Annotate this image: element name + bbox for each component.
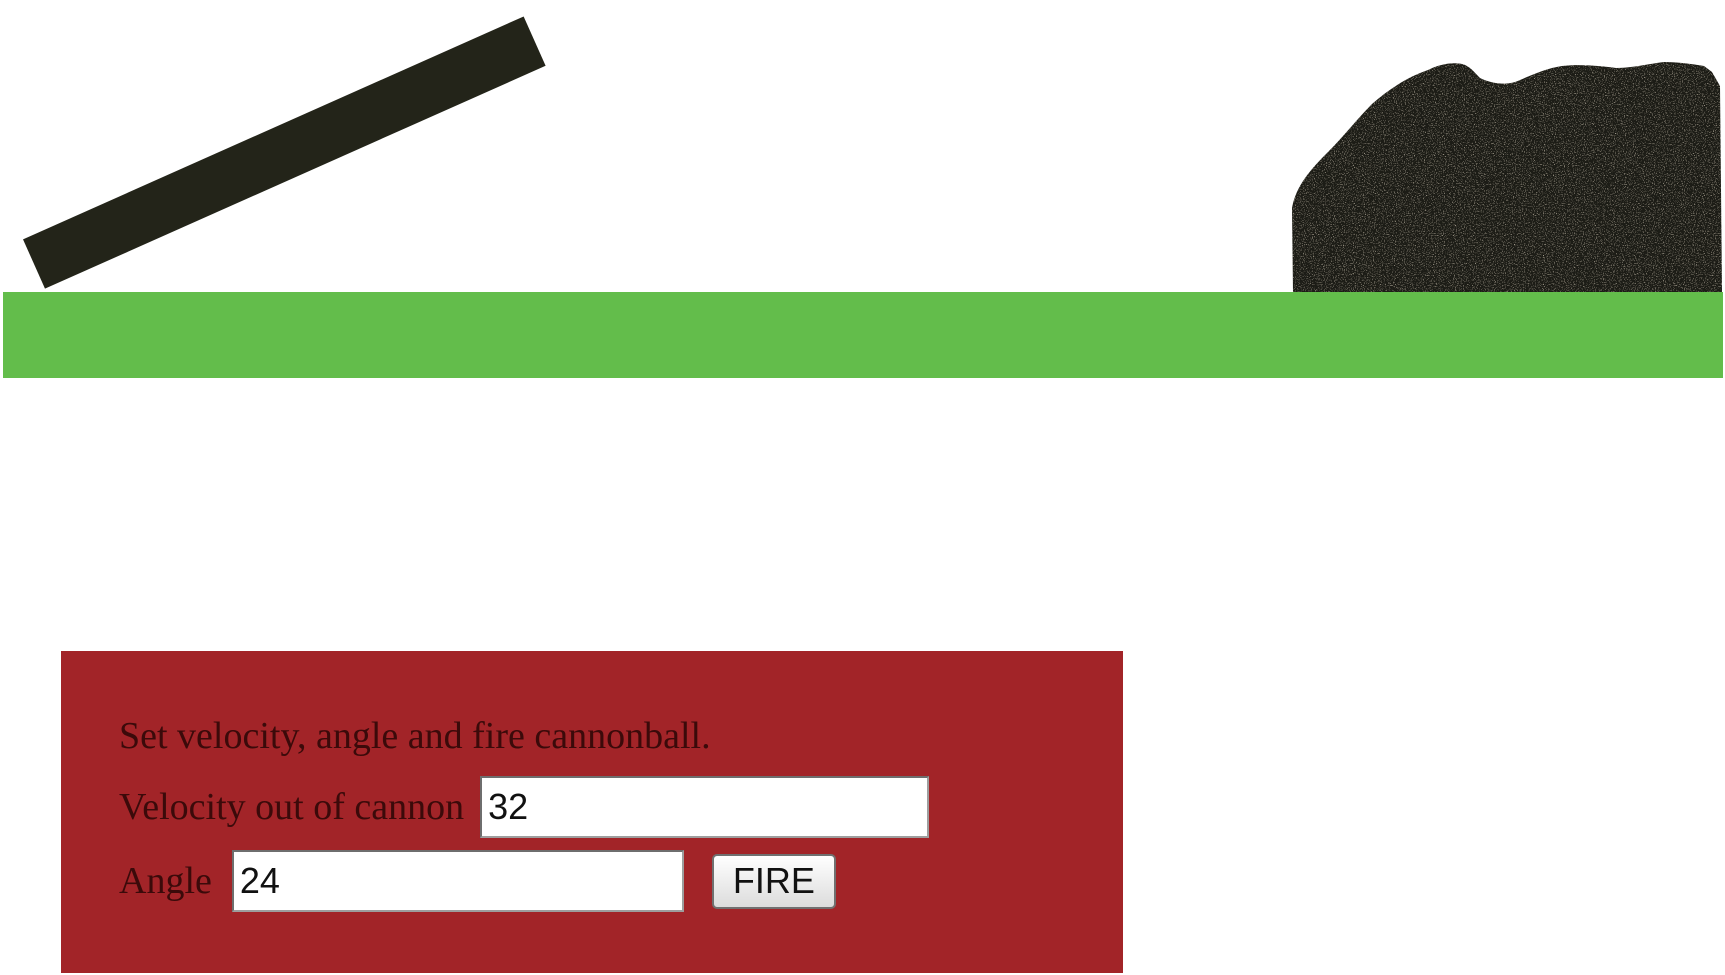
game-scene: Set velocity, angle and fire cannonball.… [0,0,1725,975]
velocity-input[interactable] [480,776,930,838]
velocity-row: Velocity out of cannon [119,775,1123,839]
ground [3,292,1723,378]
velocity-label: Velocity out of cannon [119,786,465,828]
target-rock [1292,62,1722,292]
instructions-text: Set velocity, angle and fire cannonball. [119,715,711,757]
fire-button[interactable]: FIRE [711,853,836,909]
instructions-row: Set velocity, angle and fire cannonball. [119,715,1123,757]
control-panel: Set velocity, angle and fire cannonball.… [61,651,1123,973]
cannon [23,16,546,289]
angle-row: Angle FIRE [119,849,1123,913]
angle-label: Angle [119,860,212,902]
cannon-barrel [23,16,546,289]
angle-input[interactable] [231,850,684,912]
